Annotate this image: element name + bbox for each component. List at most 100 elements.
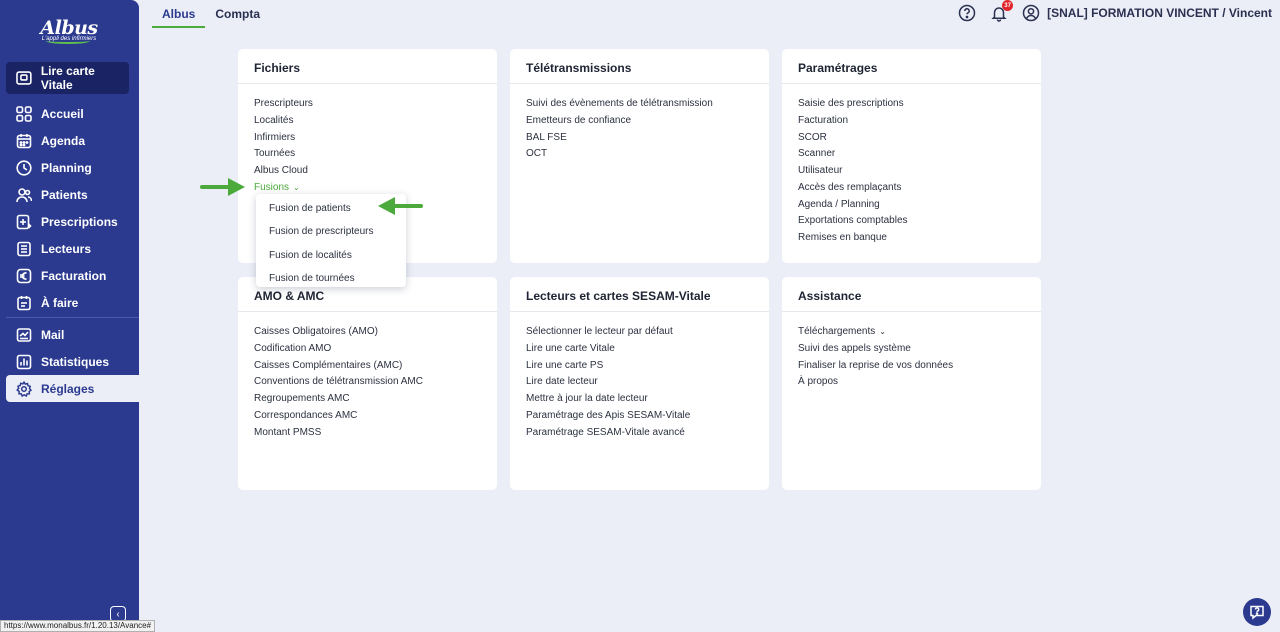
link-infirmiers[interactable]: Infirmiers — [254, 130, 481, 147]
link-conventions-amc[interactable]: Conventions de télétransmission AMC — [254, 374, 481, 391]
link-emetteurs-confiance[interactable]: Emetteurs de confiance — [526, 113, 753, 130]
card-title: Assistance — [782, 277, 1041, 312]
link-a-propos[interactable]: À propos — [798, 374, 1025, 391]
link-acces-remplacants[interactable]: Accès des remplaçants — [798, 180, 1025, 197]
link-prescripteurs[interactable]: Prescripteurs — [254, 96, 481, 113]
link-tournees[interactable]: Tournées — [254, 146, 481, 163]
fusions-label: Fusions — [254, 181, 290, 193]
link-scor[interactable]: SCOR — [798, 130, 1025, 147]
link-codification-amo[interactable]: Codification AMO — [254, 341, 481, 358]
sidebar-nav-secondary: Mail Statistiques Réglages — [6, 321, 139, 402]
telechargements-menu-toggle[interactable]: Téléchargements ⌄ — [798, 324, 1025, 341]
sidebar-item-accueil[interactable]: Accueil — [6, 100, 139, 127]
link-parametrage-apis[interactable]: Paramétrage des Apis SESAM-Vitale — [526, 408, 753, 425]
card-amo-amc: AMO & AMC Caisses Obligatoires (AMO) Cod… — [238, 277, 497, 490]
link-localites[interactable]: Localités — [254, 113, 481, 130]
sidebar-item-mail[interactable]: Mail — [6, 321, 139, 348]
link-montant-pmss[interactable]: Montant PMSS — [254, 425, 481, 442]
status-url: https://www.monalbus.fr/1.20.13/Avance# — [0, 620, 156, 632]
link-oct[interactable]: OCT — [526, 146, 753, 163]
help-chat-button[interactable] — [1243, 598, 1271, 626]
sidebar-item-planning[interactable]: Planning — [6, 154, 139, 181]
albus-logo[interactable]: Albus L'appli des infirmiers — [34, 17, 104, 44]
link-mettre-a-jour-date[interactable]: Mettre à jour la date lecteur — [526, 391, 753, 408]
menu-item-fusion-prescripteurs[interactable]: Fusion de prescripteurs — [256, 220, 406, 243]
sidebar-item-agenda[interactable]: Agenda — [6, 127, 139, 154]
link-albus-cloud[interactable]: Albus Cloud — [254, 163, 481, 180]
link-exportations-comptables[interactable]: Exportations comptables — [798, 213, 1025, 230]
sidebar-item-facturation[interactable]: Facturation — [6, 262, 139, 289]
link-lire-date-lecteur[interactable]: Lire date lecteur — [526, 374, 753, 391]
tab-albus[interactable]: Albus — [152, 0, 206, 28]
card-links: Sélectionner le lecteur par défaut Lire … — [510, 312, 769, 441]
sidebar-item-statistiques[interactable]: Statistiques — [6, 348, 139, 375]
notification-badge: 37 — [1002, 0, 1014, 11]
sidebar-item-label: À faire — [41, 295, 79, 310]
card-links: Prescripteurs Localités Infirmiers Tourn… — [238, 84, 497, 197]
sidebar-nav-main: Accueil Agenda Planning Patients Prescri… — [6, 100, 139, 316]
user-avatar-icon[interactable] — [1022, 4, 1040, 22]
sidebar-item-label: Lecteurs — [41, 241, 92, 256]
card-lecteurs-sesam-vitale: Lecteurs et cartes SESAM-Vitale Sélectio… — [510, 277, 769, 490]
chevron-left-icon: ‹ — [116, 608, 120, 620]
grid-icon — [15, 105, 32, 122]
bell-icon[interactable]: 37 — [990, 0, 1014, 22]
link-selectionner-lecteur[interactable]: Sélectionner le lecteur par défaut — [526, 324, 753, 341]
sidebar-item-label: Prescriptions — [41, 214, 118, 229]
user-name[interactable]: [SNAL] FORMATION VINCENT / Vincent — [1047, 6, 1272, 20]
card-parametrages: Paramétrages Saisie des prescriptions Fa… — [782, 49, 1041, 263]
link-remises-banque[interactable]: Remises en banque — [798, 230, 1025, 247]
gear-icon — [15, 380, 32, 397]
sidebar-item-label: Mail — [41, 327, 65, 342]
link-facturation[interactable]: Facturation — [798, 113, 1025, 130]
sidebar-item-prescriptions[interactable]: Prescriptions — [6, 208, 139, 235]
link-finaliser-reprise[interactable]: Finaliser la reprise de vos données — [798, 358, 1025, 375]
logo-name: Albus — [40, 17, 98, 39]
card-assistance: Assistance Téléchargements ⌄ Suivi des ap… — [782, 277, 1041, 490]
sidebar-item-label: Facturation — [41, 268, 107, 283]
help-icon[interactable] — [958, 4, 976, 22]
sidebar-item-label: Patients — [41, 187, 88, 202]
clock-icon — [15, 159, 32, 176]
link-suivi-appels[interactable]: Suivi des appels système — [798, 341, 1025, 358]
link-parametrage-avance[interactable]: Paramétrage SESAM-Vitale avancé — [526, 425, 753, 442]
link-caisses-complementaires[interactable]: Caisses Complémentaires (AMC) — [254, 358, 481, 375]
link-agenda-planning[interactable]: Agenda / Planning — [798, 197, 1025, 214]
logo-swoosh — [46, 38, 90, 44]
sidebar-item-label: Statistiques — [41, 354, 110, 369]
menu-item-fusion-tournees[interactable]: Fusion de tournées — [256, 267, 406, 290]
sidebar: Albus L'appli des infirmiers Lire carte … — [0, 0, 139, 632]
card-title: Paramétrages — [782, 49, 1041, 84]
link-bal-fse[interactable]: BAL FSE — [526, 130, 753, 147]
link-correspondances-amc[interactable]: Correspondances AMC — [254, 408, 481, 425]
read-vitale-card-button[interactable]: Lire carte Vitale — [6, 62, 129, 94]
sidebar-item-label: Réglages — [41, 381, 95, 396]
sidebar-item-patients[interactable]: Patients — [6, 181, 139, 208]
link-utilisateur[interactable]: Utilisateur — [798, 163, 1025, 180]
sidebar-item-a-faire[interactable]: À faire — [6, 289, 139, 316]
link-lire-carte-vitale[interactable]: Lire une carte Vitale — [526, 341, 753, 358]
right-arrow-annotation-icon — [200, 178, 245, 196]
todo-icon — [15, 294, 32, 311]
link-lire-carte-ps[interactable]: Lire une carte PS — [526, 358, 753, 375]
sidebar-item-label: Accueil — [41, 106, 84, 121]
chevron-down-icon: ⌄ — [879, 327, 886, 336]
top-tabs: Albus Compta — [152, 0, 270, 28]
card-teletransmissions: Télétransmissions Suivi des évènements d… — [510, 49, 769, 263]
card-reader-icon — [16, 71, 32, 85]
menu-item-fusion-localites[interactable]: Fusion de localités — [256, 244, 406, 267]
euro-icon — [15, 267, 32, 284]
sidebar-item-reglages[interactable]: Réglages — [6, 375, 139, 402]
prescription-icon — [15, 213, 32, 230]
link-saisie-prescriptions[interactable]: Saisie des prescriptions — [798, 96, 1025, 113]
tab-compta[interactable]: Compta — [205, 0, 270, 28]
link-regroupements-amc[interactable]: Regroupements AMC — [254, 391, 481, 408]
link-suivi-evenements[interactable]: Suivi des évènements de télétransmission — [526, 96, 753, 113]
top-right-actions: 37 [SNAL] FORMATION VINCENT / Vincent — [944, 0, 1272, 22]
link-scanner[interactable]: Scanner — [798, 146, 1025, 163]
read-vitale-card-label: Lire carte Vitale — [40, 64, 95, 92]
link-caisses-obligatoires[interactable]: Caisses Obligatoires (AMO) — [254, 324, 481, 341]
sidebar-item-lecteurs[interactable]: Lecteurs — [6, 235, 139, 262]
telechargements-label: Téléchargements — [798, 326, 876, 337]
card-title: Fichiers — [238, 49, 497, 84]
